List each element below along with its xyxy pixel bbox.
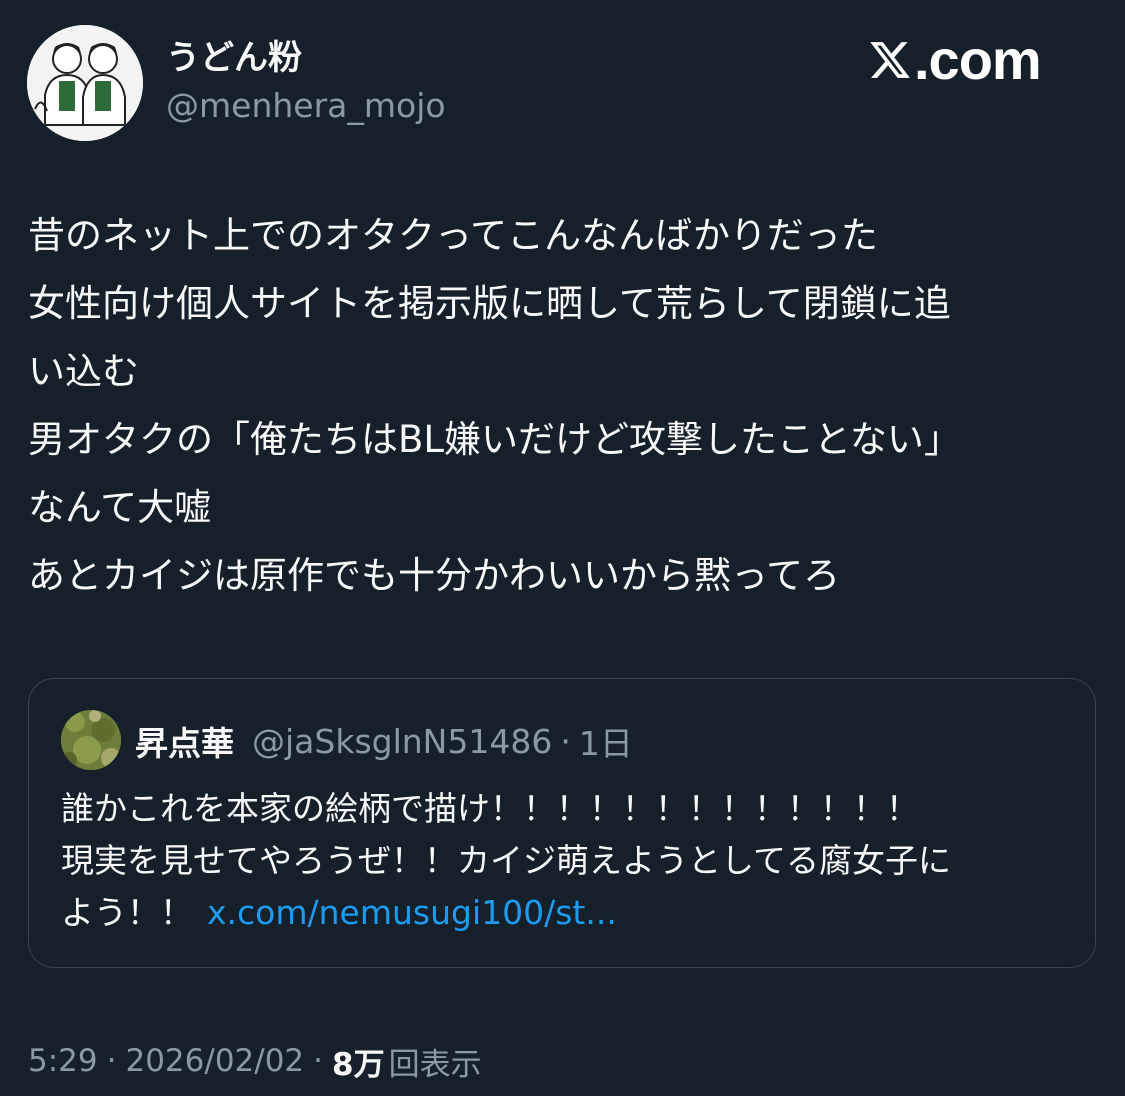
separator-dot: · [106,1043,117,1079]
quoted-tweet-line: 誰かこれを本家の絵柄で描け！！！！！！！！！！！！！ [61,789,919,828]
brand-text: .com [914,28,1042,91]
avatar-illustration-icon [27,25,143,141]
views-label: 回表示 [388,1046,482,1083]
tweet-line: 昔のネット上でのオタクってこんなんばかりだった [28,214,878,257]
tweet-line: 男オタクの「俺たちはBL嫌いだけど攻撃したことない」 [28,418,961,461]
quoted-tweet-time[interactable]: 1日 [579,717,633,765]
tweet-date[interactable]: 2026/02/02 [125,1043,304,1079]
x-logo-icon [870,42,910,78]
tweet-text: 昔のネット上でのオタクってこんなんばかりだった 女性向け個人サイトを掲示版に晒し… [28,202,1098,610]
views-count: 8万 [332,1046,385,1083]
x-brand: .com [868,28,1042,91]
quoted-tweet-line-text: よう！！ [61,893,193,932]
tweet-meta: 5:29 · 2026/02/02 · 8万 回表示 [28,1037,482,1085]
quoted-author-name[interactable]: 昇点華 [135,717,234,765]
tweet-line: い込む [28,350,139,393]
quoted-author-avatar[interactable] [61,710,121,770]
tweet-line: なんて大嘘 [28,486,212,529]
quoted-tweet-header: 昇点華 @jaSksglnN51486 · 1日 [135,717,633,765]
author-handle[interactable]: @menhera_mojo [166,84,446,128]
separator-dot: · [560,721,571,761]
author-avatar[interactable] [27,25,143,141]
quoted-tweet-line: 現実を見せてやろうぜ！！カイジ萌えようとしてる腐女子に [61,841,952,880]
tweet-line: あとカイジは原作でも十分かわいいから黙ってろ [28,554,841,597]
quoted-tweet-card[interactable]: 昇点華 @jaSksglnN51486 · 1日 誰かこれを本家の絵柄で描け！！… [28,678,1096,968]
quoted-tweet-line: よう！！ x.com/nemusugi100/st... [61,887,1071,939]
grass-photo-avatar-icon [61,710,121,770]
tweet-time[interactable]: 5:29 [28,1043,98,1079]
separator-dot: · [313,1043,324,1079]
tweet-line: 女性向け個人サイトを掲示版に晒して荒らして閉鎖に追 [28,282,951,325]
quoted-author-handle[interactable]: @jaSksglnN51486 [252,722,552,761]
author-display-name[interactable]: うどん粉 [166,36,302,80]
quoted-tweet-text: 誰かこれを本家の絵柄で描け！！！！！！！！！！！！！ 現実を見せてやろうぜ！！カ… [61,783,1071,939]
quoted-tweet-link[interactable]: x.com/nemusugi100/st... [207,893,617,932]
